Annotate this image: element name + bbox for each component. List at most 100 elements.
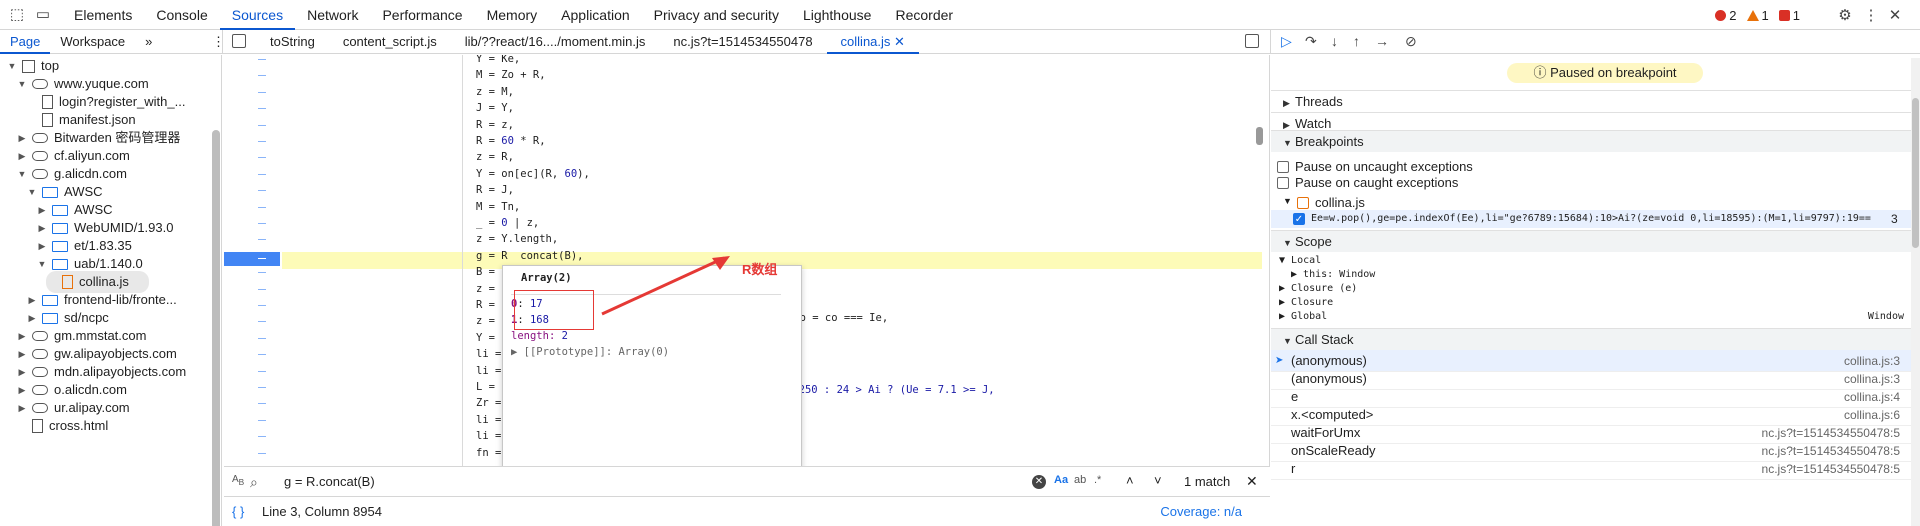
scope-section[interactable]: ▼ Scope bbox=[1271, 230, 1920, 252]
settings-gear-icon[interactable]: ⚙ bbox=[1836, 6, 1854, 24]
tab-lighthouse[interactable]: Lighthouse bbox=[791, 0, 884, 30]
navigator-menu-icon[interactable]: ⋮ bbox=[202, 30, 235, 54]
line-number[interactable] bbox=[258, 272, 266, 274]
line-number[interactable] bbox=[258, 321, 266, 323]
collapse-icon[interactable]: ▼ bbox=[1283, 196, 1292, 206]
issue-count[interactable]: 1 bbox=[1778, 8, 1800, 23]
line-number[interactable] bbox=[258, 173, 266, 175]
line-number[interactable] bbox=[258, 403, 266, 405]
tab-performance[interactable]: Performance bbox=[370, 0, 474, 30]
resume-icon[interactable]: ▷ bbox=[1281, 33, 1292, 50]
tab-workspace[interactable]: Workspace bbox=[50, 30, 135, 54]
pause-uncaught-checkbox[interactable] bbox=[1277, 161, 1289, 173]
clear-search-icon[interactable]: ✕ bbox=[1032, 475, 1046, 489]
step-out-icon[interactable]: ↑ bbox=[1353, 33, 1360, 49]
line-number[interactable] bbox=[258, 239, 266, 241]
line-number[interactable] bbox=[258, 436, 266, 438]
file-tab-moment[interactable]: lib/??react/16..../moment.min.js bbox=[451, 30, 660, 54]
tab-page[interactable]: Page bbox=[0, 30, 51, 54]
close-devtools-icon[interactable]: ✕ bbox=[1886, 6, 1904, 24]
scope-this[interactable]: ▶ this: Window bbox=[1291, 269, 1375, 280]
tab-console[interactable]: Console bbox=[144, 0, 219, 30]
breakpoints-section[interactable]: ▼ Breakpoints bbox=[1271, 130, 1920, 152]
toggle-debugger-icon[interactable] bbox=[1245, 34, 1259, 48]
line-number[interactable] bbox=[258, 452, 266, 454]
scope-local[interactable]: ▼ Local bbox=[1279, 255, 1321, 266]
file-tab-collina[interactable]: collina.js ✕ bbox=[826, 30, 919, 54]
line-number[interactable] bbox=[258, 141, 266, 142]
tab-application[interactable]: Application bbox=[549, 0, 642, 30]
tab-elements[interactable]: Elements bbox=[62, 0, 144, 30]
search-input[interactable]: g = R.concat(B) bbox=[284, 474, 375, 489]
tab-network[interactable]: Network bbox=[295, 0, 370, 30]
tab-privacy-security[interactable]: Privacy and security bbox=[642, 0, 791, 30]
frame-location[interactable]: nc.js?t=1514534550478:5 bbox=[1762, 458, 1900, 480]
more-tabs-icon[interactable]: » bbox=[135, 30, 162, 54]
file-tab-nc[interactable]: nc.js?t=1514534550478 bbox=[659, 30, 826, 54]
js-icon bbox=[62, 275, 73, 289]
tab-sources[interactable]: Sources bbox=[219, 0, 296, 30]
match-case-button[interactable]: Aa bbox=[1054, 474, 1068, 486]
tab-memory[interactable]: Memory bbox=[475, 0, 550, 30]
tab-recorder[interactable]: Recorder bbox=[883, 0, 965, 30]
warning-count[interactable]: 1 bbox=[1746, 8, 1769, 23]
line-number[interactable] bbox=[258, 370, 266, 372]
line-number[interactable] bbox=[258, 288, 266, 290]
line-number[interactable] bbox=[258, 190, 266, 192]
tree-item[interactable]: cross.html bbox=[16, 415, 108, 437]
regex-button[interactable]: .* bbox=[1094, 474, 1101, 486]
more-options-icon[interactable]: ⋮ bbox=[1862, 6, 1880, 24]
scope-closure-e[interactable]: ▶ Closure (e) bbox=[1279, 283, 1357, 294]
devtools-toolbar: ⬚ ▭ Elements Console Sources Network Per… bbox=[0, 0, 1920, 30]
line-number[interactable] bbox=[258, 419, 266, 421]
line-number[interactable] bbox=[258, 59, 266, 60]
close-search-icon[interactable]: ✕ bbox=[1246, 473, 1258, 490]
step-icon[interactable]: → bbox=[1375, 33, 1389, 49]
inspect-element-icon[interactable]: ⬚ bbox=[8, 6, 26, 24]
code-line: z = M, bbox=[476, 85, 514, 98]
next-match-icon[interactable]: ˅ bbox=[1154, 473, 1162, 488]
step-into-icon[interactable]: ↓ bbox=[1331, 33, 1338, 49]
line-number[interactable] bbox=[258, 354, 266, 356]
breakpoint-checkbox[interactable]: ✓ bbox=[1293, 213, 1305, 225]
line-number[interactable] bbox=[258, 91, 266, 93]
step-over-icon[interactable]: ↷ bbox=[1305, 33, 1317, 50]
line-number[interactable] bbox=[258, 223, 266, 224]
device-toolbar-icon[interactable]: ▭ bbox=[34, 6, 52, 24]
toggle-navigator-icon[interactable] bbox=[232, 34, 246, 48]
line-number[interactable] bbox=[258, 206, 266, 208]
whole-word-icon[interactable]: ab bbox=[1074, 474, 1086, 486]
search-icon: ⌕ bbox=[250, 474, 258, 490]
file-tab-tostring[interactable]: toString bbox=[256, 30, 329, 54]
line-number[interactable] bbox=[258, 108, 266, 110]
prototype-row[interactable]: ▶ [[Prototype]]: Array(0) bbox=[511, 344, 669, 360]
previous-match-icon[interactable]: ˄ bbox=[1126, 473, 1134, 488]
threads-section[interactable]: ▶ Threads bbox=[1271, 90, 1920, 112]
editor-scrollbar[interactable] bbox=[1256, 127, 1263, 145]
tree-scrollbar[interactable] bbox=[212, 130, 220, 526]
line-number[interactable] bbox=[258, 124, 266, 126]
line-number[interactable] bbox=[258, 387, 266, 388]
scrollbar-thumb[interactable] bbox=[1912, 98, 1919, 248]
issue-counters[interactable]: 2 1 1 bbox=[1715, 0, 1800, 30]
collapse-icon[interactable]: ▼ bbox=[36, 253, 48, 275]
pause-caught-checkbox[interactable] bbox=[1277, 177, 1289, 189]
line-number[interactable] bbox=[258, 305, 266, 306]
call-stack-section[interactable]: ▼ Call Stack bbox=[1271, 328, 1920, 350]
pretty-print-icon[interactable]: { } bbox=[232, 504, 244, 519]
replace-toggle-icon[interactable]: AB bbox=[232, 474, 244, 487]
line-number[interactable] bbox=[258, 337, 266, 339]
scope-global[interactable]: ▶ Global bbox=[1279, 311, 1327, 322]
sidebar-scrollbar[interactable] bbox=[1911, 58, 1920, 526]
call-frame[interactable]: r nc.js?t=1514534550478:5 bbox=[1271, 458, 1920, 480]
folder-icon bbox=[42, 312, 58, 324]
breakpoint-marker[interactable] bbox=[224, 252, 280, 266]
line-number[interactable] bbox=[258, 157, 266, 159]
scope-closure[interactable]: ▶ Closure bbox=[1279, 297, 1333, 308]
error-count[interactable]: 2 bbox=[1715, 8, 1737, 23]
close-tab-icon[interactable]: ✕ bbox=[894, 34, 905, 49]
line-number[interactable] bbox=[258, 75, 266, 77]
deactivate-breakpoints-icon[interactable]: ⊘ bbox=[1405, 33, 1417, 50]
file-tab-content-script[interactable]: content_script.js bbox=[329, 30, 451, 54]
coverage-status[interactable]: Coverage: n/a bbox=[1160, 504, 1242, 519]
